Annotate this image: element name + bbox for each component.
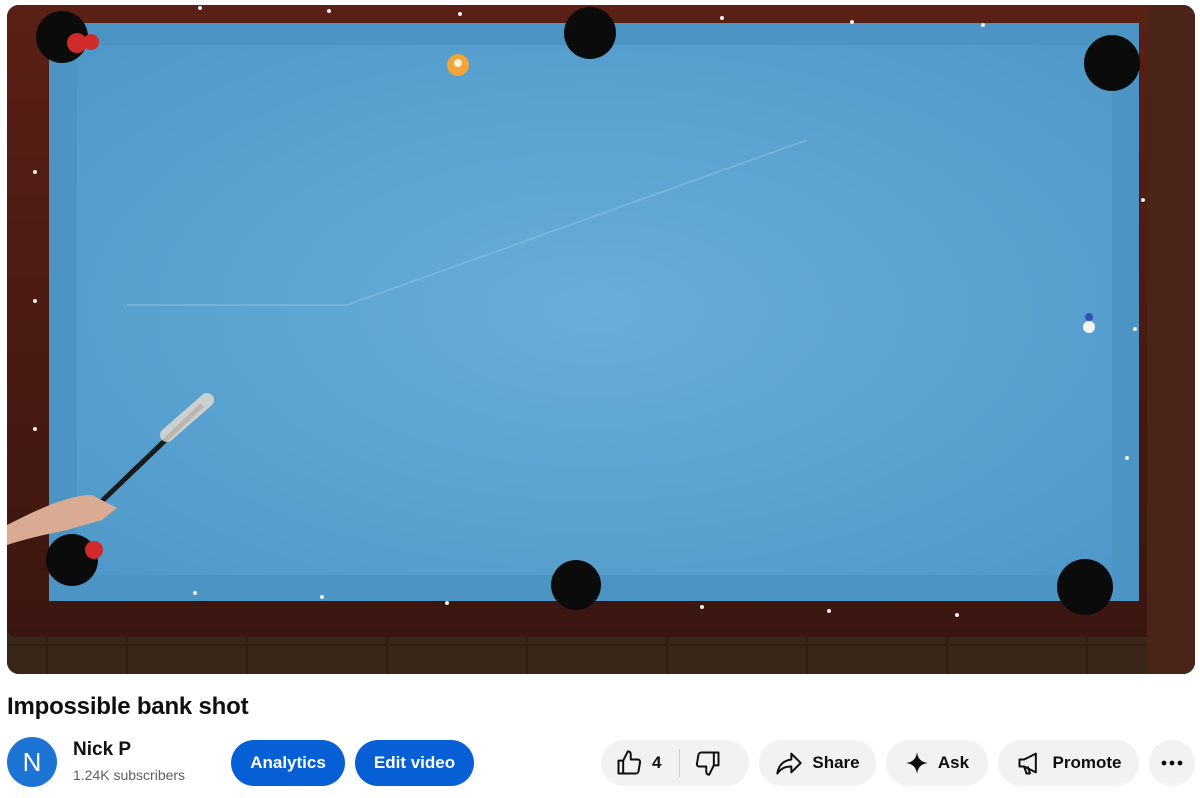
like-dislike-group: 4 — [601, 740, 749, 786]
subscriber-count: 1.24K subscribers — [73, 767, 186, 783]
table-cloth — [77, 45, 1112, 575]
video-player[interactable] — [7, 5, 1195, 674]
like-count: 4 — [652, 753, 662, 772]
more-horizontal-icon — [1161, 760, 1183, 766]
sparkle-icon — [905, 752, 928, 774]
thumbs-up-icon — [617, 750, 642, 775]
blue-ball — [1085, 313, 1093, 321]
video-frame — [7, 5, 1195, 674]
edit-video-button[interactable]: Edit video — [355, 740, 474, 786]
promote-button[interactable]: Promote — [998, 740, 1139, 786]
share-arrow-icon — [776, 752, 803, 775]
like-button[interactable]: 4 — [615, 749, 661, 777]
channel-name[interactable]: Nick P — [73, 739, 131, 761]
thumbs-down-icon — [696, 751, 720, 776]
promote-label: Promote — [1052, 753, 1122, 772]
channel-avatar[interactable]: N — [7, 737, 57, 787]
ask-button[interactable]: Ask — [886, 740, 988, 786]
megaphone-icon — [1018, 752, 1037, 775]
analytics-button[interactable]: Analytics — [231, 740, 345, 786]
share-button[interactable]: Share — [759, 740, 876, 786]
more-actions-button[interactable] — [1149, 740, 1195, 786]
ask-label: Ask — [937, 753, 970, 772]
cue-ball — [1083, 321, 1095, 333]
dislike-button[interactable] — [694, 749, 722, 777]
share-label: Share — [812, 753, 860, 772]
video-title: Impossible bank shot — [7, 693, 249, 720]
red-ball — [85, 541, 103, 559]
